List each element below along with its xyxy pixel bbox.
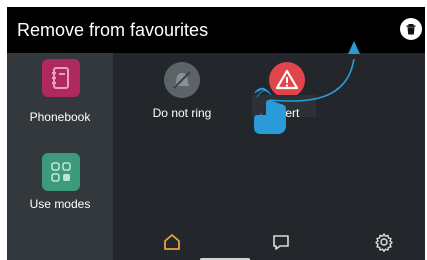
page-title: Remove from favourites [17, 20, 209, 40]
sidebar-item-use-modes[interactable]: Use modes [7, 153, 113, 223]
use-modes-icon [42, 153, 80, 191]
alert-icon [269, 62, 305, 98]
favourite-label: Alert [274, 106, 300, 120]
home-icon [164, 234, 180, 250]
bottom-nav [113, 222, 425, 260]
phonebook-icon [42, 59, 80, 97]
favourite-label: Do not ring [152, 106, 212, 120]
chat-icon [273, 235, 289, 250]
trash-icon [406, 24, 416, 35]
sidebar-item-phonebook[interactable]: Phonebook [7, 59, 113, 129]
do-not-ring-icon [164, 62, 200, 98]
settings-button[interactable] [372, 230, 396, 254]
settings-icon [375, 233, 393, 253]
device-screen: Remove from favourites Phonebook Use mod… [7, 7, 425, 260]
sidebar: Phonebook Use modes [7, 53, 113, 260]
sidebar-item-label: Phonebook [29, 110, 91, 124]
home-button[interactable] [160, 230, 184, 254]
favourite-do-not-ring[interactable]: Do not ring [147, 62, 217, 132]
messages-button[interactable] [269, 230, 293, 254]
remove-favourite-button[interactable] [400, 18, 422, 40]
sidebar-item-label: Use modes [29, 197, 91, 211]
top-bar: Remove from favourites [7, 7, 425, 53]
